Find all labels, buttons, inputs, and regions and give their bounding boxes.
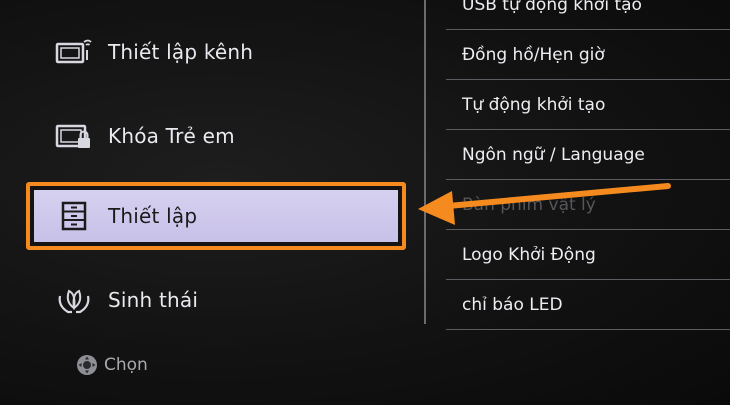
panel-divider — [424, 0, 426, 324]
submenu-item-usb-auto-setup[interactable]: USB tự động khởi tạo — [446, 0, 730, 30]
submenu-item-led-indicator[interactable]: chỉ báo LED — [446, 280, 730, 330]
menu-item-channel-setup[interactable]: Thiết lập kênh — [34, 26, 400, 78]
menu-item-label: Sinh thái — [108, 288, 199, 312]
menu-item-settings[interactable]: Thiết lập — [34, 190, 400, 242]
menu-item-label: Thiết lập — [108, 204, 198, 228]
tv-lock-icon — [54, 120, 94, 152]
leaf-hands-icon — [54, 284, 94, 316]
toolbox-icon — [54, 200, 94, 232]
submenu-item-clock-timer[interactable]: Đồng hồ/Hẹn giờ — [446, 30, 730, 80]
menu-item-label: Thiết lập kênh — [108, 40, 254, 64]
submenu-item-startup-logo[interactable]: Logo Khởi Động — [446, 230, 730, 280]
select-hint: Chọn — [76, 354, 148, 376]
submenu-item-physical-keyboard: Bàn phím vật lý — [446, 180, 730, 230]
menu-item-eco[interactable]: Sinh thái — [34, 274, 400, 326]
hint-label: Chọn — [104, 355, 148, 375]
menu-item-label: Khóa Trẻ em — [108, 124, 235, 148]
submenu-item-language[interactable]: Ngôn ngữ / Language — [446, 130, 730, 180]
tv-antenna-icon — [54, 36, 94, 68]
menu-item-parental-lock[interactable]: Khóa Trẻ em — [34, 110, 400, 162]
left-menu: Thiết lập kênh Khóa Trẻ em Thiết lập Sin… — [0, 0, 420, 405]
settings-submenu: USB tự động khởi tạo Đồng hồ/Hẹn giờ Tự … — [446, 0, 730, 330]
submenu-item-auto-setup[interactable]: Tự động khởi tạo — [446, 80, 730, 130]
dpad-icon — [76, 354, 98, 376]
